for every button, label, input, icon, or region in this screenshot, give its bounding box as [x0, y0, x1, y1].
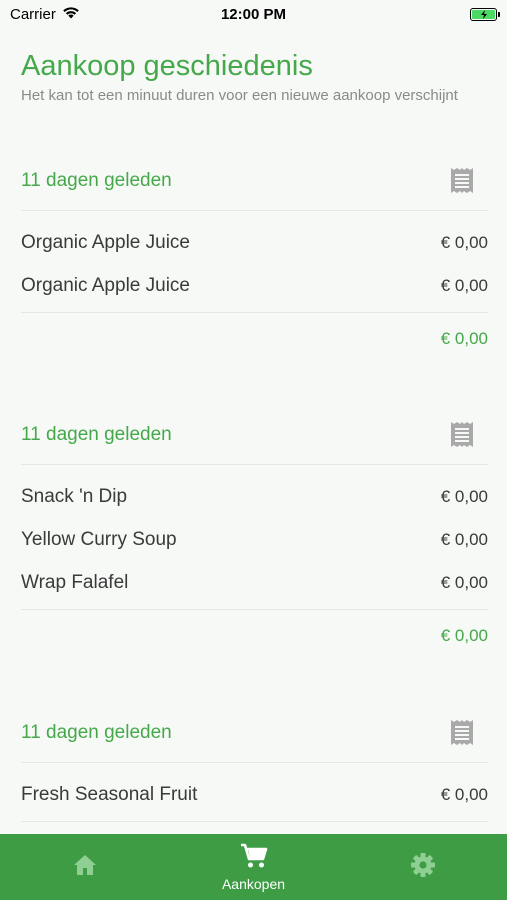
item-name: Yellow Curry Soup — [21, 528, 177, 550]
purchase-total: € 0,00 — [440, 329, 488, 348]
item-price: € 0,00 — [440, 275, 488, 295]
purchase-date: 11 dagen geleden — [21, 423, 172, 445]
list-item: Snack 'n Dip € 0,00 — [21, 475, 488, 518]
gear-icon — [410, 852, 436, 883]
item-price: € 0,00 — [440, 529, 488, 549]
item-name: Organic Apple Juice — [21, 231, 190, 253]
list-item: Wrap Falafel € 0,00 — [21, 561, 488, 604]
item-price: € 0,00 — [440, 232, 488, 252]
item-list: Snack 'n Dip € 0,00 Yellow Curry Soup € … — [21, 465, 488, 610]
purchase-history[interactable]: Aankoop geschiedenis Het kan tot een min… — [0, 28, 507, 834]
purchase-group-header: 11 dagen geleden — [21, 703, 488, 763]
purchase-group-header: 11 dagen geleden — [21, 405, 488, 465]
list-item: Fresh Seasonal Fruit € 0,00 — [21, 773, 488, 816]
page-title: Aankoop geschiedenis — [21, 50, 313, 82]
item-name: Snack 'n Dip — [21, 485, 128, 507]
tab-home[interactable] — [0, 834, 169, 900]
item-name: Fresh Seasonal Fruit — [21, 783, 198, 805]
list-item: Organic Apple Juice € 0,00 — [21, 264, 488, 307]
receipt-icon[interactable] — [449, 719, 475, 747]
tab-settings[interactable] — [338, 834, 507, 900]
page-subtitle: Het kan tot een minuut duren voor een ni… — [21, 87, 458, 104]
cart-icon — [240, 843, 268, 874]
item-name: Organic Apple Juice — [21, 274, 190, 296]
status-left: Carrier — [10, 6, 80, 23]
carrier-label: Carrier — [10, 5, 56, 23]
purchase-date: 11 dagen geleden — [21, 169, 172, 191]
list-item: Organic Apple Juice € 0,00 — [21, 221, 488, 264]
item-list: Fresh Seasonal Fruit € 0,00 — [21, 763, 488, 822]
purchase-group: 11 dagen geleden Fresh Seasonal Fruit € … — [21, 703, 488, 822]
purchase-date: 11 dagen geleden — [21, 721, 172, 743]
receipt-icon[interactable] — [449, 167, 475, 195]
item-price: € 0,00 — [440, 486, 488, 506]
tab-label: Aankopen — [221, 875, 286, 892]
wifi-icon — [62, 6, 80, 23]
battery-icon — [470, 7, 500, 21]
receipt-icon[interactable] — [449, 421, 475, 449]
purchase-group: 11 dagen geleden Organic Apple Juice € 0… — [21, 151, 488, 365]
status-bar: Carrier 12:00 PM — [0, 0, 507, 28]
home-icon — [73, 854, 97, 881]
item-name: Wrap Falafel — [21, 571, 129, 593]
item-price: € 0,00 — [440, 784, 488, 804]
purchase-group-header: 11 dagen geleden — [21, 151, 488, 211]
purchase-group: 11 dagen geleden Snack 'n Dip € 0,00 Yel… — [21, 405, 488, 662]
tab-bar: Aankopen — [0, 834, 507, 900]
purchase-total: € 0,00 — [440, 626, 488, 645]
tab-aankopen[interactable]: Aankopen — [169, 834, 338, 900]
item-price: € 0,00 — [440, 572, 488, 592]
item-list: Organic Apple Juice € 0,00 Organic Apple… — [21, 211, 488, 313]
list-item: Yellow Curry Soup € 0,00 — [21, 518, 488, 561]
